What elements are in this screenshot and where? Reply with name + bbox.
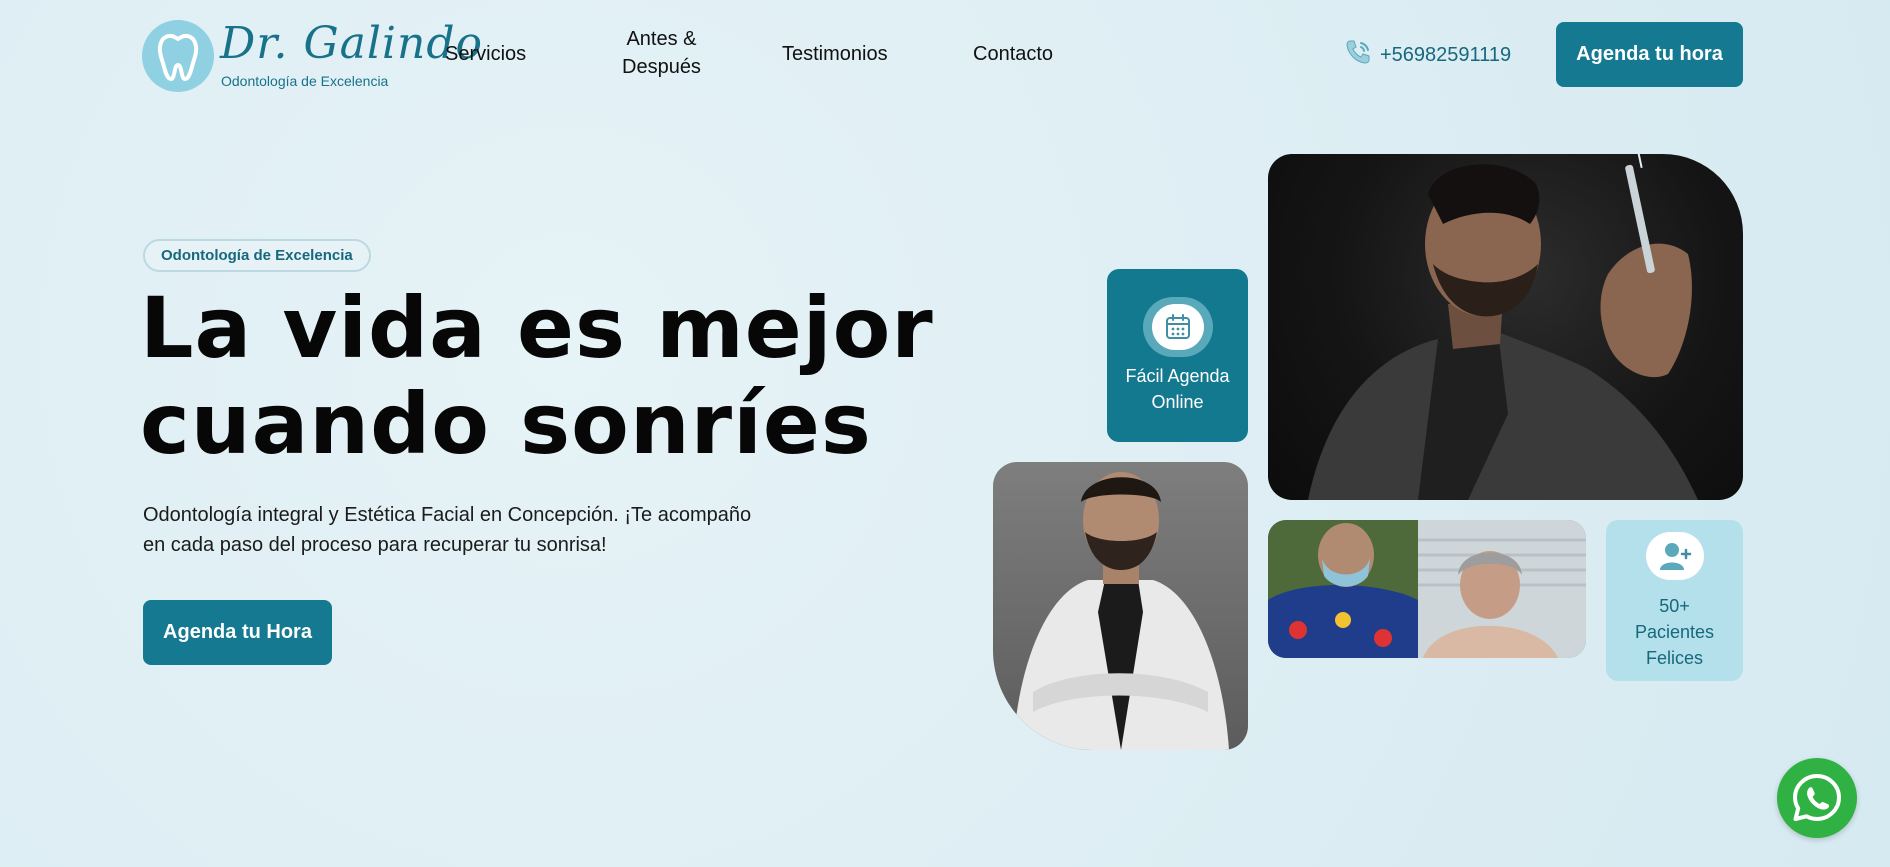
hero-title-line1: La vida es mejor	[140, 279, 934, 377]
phone-number: +56982591119	[1380, 43, 1512, 66]
nav-antes-despues-line1: Antes &	[626, 28, 697, 50]
phone-icon	[1344, 38, 1372, 72]
agenda-online-line2: Online	[1151, 392, 1204, 412]
doctor-syringe-photo	[1268, 154, 1743, 500]
tooth-icon	[142, 20, 214, 92]
whatsapp-icon	[1793, 774, 1841, 821]
user-plus-icon	[1646, 532, 1704, 580]
nav-antes-despues-line2: Después	[622, 56, 701, 78]
whatsapp-button[interactable]	[1777, 758, 1857, 838]
hero-pill-badge: Odontología de Excelencia	[143, 239, 371, 272]
hero-title-line2: cuando sonríes	[140, 375, 872, 473]
logo-tagline: Odontología de Excelencia	[221, 73, 389, 89]
agenda-hora-header-button[interactable]: Agenda tu hora	[1556, 22, 1743, 87]
calendar-icon	[1152, 304, 1204, 350]
hero-description: Odontología integral y Estética Facial e…	[143, 504, 752, 556]
nav-testimonios[interactable]: Testimonios	[782, 40, 888, 68]
agenda-online-text: Fácil Agenda Online	[1107, 363, 1248, 415]
agenda-online-badge: Fácil Agenda Online	[1107, 269, 1248, 442]
logo-name: Dr. Galindo	[220, 18, 483, 69]
happy-patients-line2: Pacientes	[1634, 622, 1715, 642]
happy-patients-line3: Felices	[1645, 648, 1703, 668]
happy-patients-count: 50+	[1659, 596, 1690, 616]
doctor-portrait-photo	[993, 462, 1248, 750]
site-header: Dr. Galindo Odontología de Excelencia Se…	[0, 0, 1890, 108]
agenda-online-line1: Fácil Agenda	[1125, 366, 1230, 386]
happy-patients-badge: 50+ Pacientes Felices	[1606, 520, 1743, 681]
nav-servicios[interactable]: Servicios	[445, 40, 526, 68]
hero-title: La vida es mejor cuando sonríes	[140, 280, 960, 472]
agenda-hora-hero-button[interactable]: Agenda tu Hora	[143, 600, 332, 665]
patients-photo	[1268, 520, 1586, 658]
happy-patients-text: 50+ Pacientes Felices	[1606, 593, 1743, 671]
logo[interactable]: Dr. Galindo Odontología de Excelencia	[142, 18, 482, 92]
nav-contacto[interactable]: Contacto	[973, 40, 1053, 68]
nav-antes-despues[interactable]: Antes & Después	[622, 25, 701, 81]
phone-link[interactable]: +56982591119	[1344, 38, 1511, 72]
calendar-icon-wrapper	[1143, 297, 1213, 357]
